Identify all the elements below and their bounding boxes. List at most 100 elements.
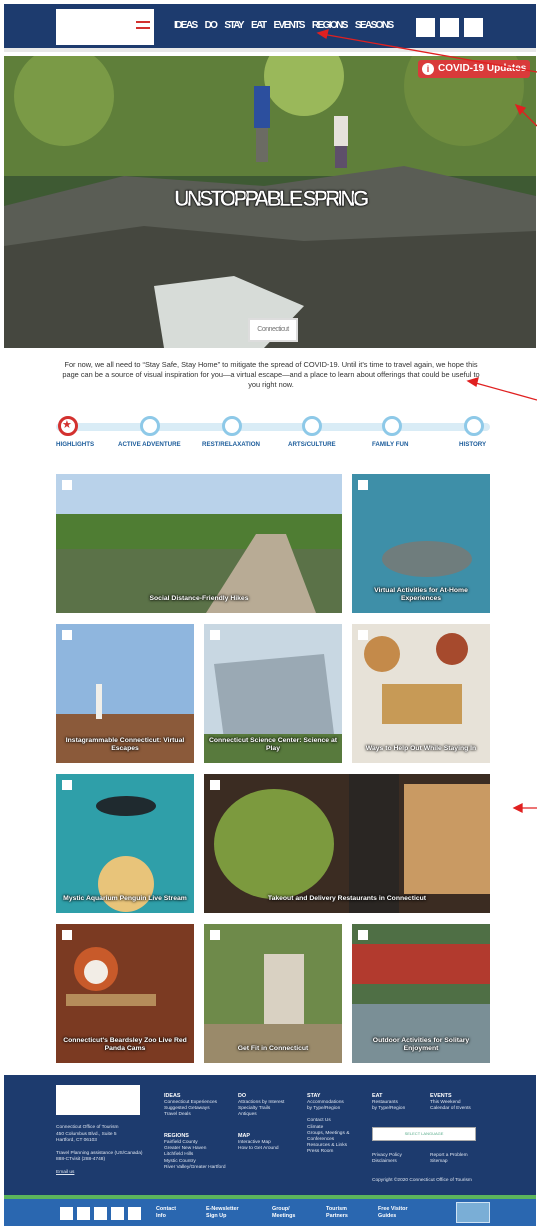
timeline-label-highlights[interactable]: HIGHLIGHTS: [56, 441, 94, 448]
flag-mark-icon: [136, 21, 150, 29]
timeline-label-family-fun[interactable]: FAMILY FUN: [372, 441, 408, 448]
footer-heading[interactable]: STAY: [307, 1093, 349, 1100]
email-us-link[interactable]: Email us: [56, 1170, 156, 1177]
copyright: Copyright ©2020 Connecticut Office of To…: [372, 1178, 472, 1183]
card-virtual-activities[interactable]: Virtual Activities for At-Home Experienc…: [352, 474, 490, 613]
nav-eat[interactable]: EAT: [251, 20, 267, 31]
group-meetings-link[interactable]: Group/ Meetings: [272, 1206, 295, 1219]
visitor-guides-link[interactable]: Free Visitor Guides: [378, 1206, 408, 1219]
nav-events[interactable]: EVENTS: [273, 20, 305, 31]
timeline-label-history[interactable]: HISTORY: [459, 441, 486, 448]
footer-heading[interactable]: IDEAS: [164, 1093, 217, 1100]
checkbox[interactable]: [210, 930, 220, 940]
footer-heading[interactable]: EVENTS: [430, 1093, 471, 1100]
footer-link[interactable]: by Type/Region: [372, 1106, 405, 1112]
bottom-bar: Contact Info E-Newsletter Sign Up Group/…: [4, 1199, 536, 1226]
card-caption: Mystic Aquarium Penguin Live Stream: [63, 895, 187, 902]
timeline-label-arts-culture[interactable]: ARTS/CULTURE: [288, 441, 336, 448]
link-line: Meetings: [272, 1212, 296, 1219]
card-caption: Takeout and Delivery Restaurants in Conn…: [267, 895, 427, 902]
checkbox[interactable]: [62, 630, 72, 640]
checkbox[interactable]: [62, 480, 72, 490]
card-instagrammable[interactable]: Instagrammable Connecticut: Virtual Esca…: [56, 624, 194, 763]
footer-col-ideas: IDEAS Connecticut Experiences Suggested …: [164, 1093, 217, 1119]
sitemap-link[interactable]: Sitemap: [430, 1159, 468, 1165]
timeline-dot-active-adventure[interactable]: [140, 416, 160, 436]
contact-info-link[interactable]: Contact Info: [156, 1206, 176, 1219]
timeline-dot-rest-relaxation[interactable]: [222, 416, 242, 436]
timeline-dot-arts-culture[interactable]: [302, 416, 322, 436]
menu-icon[interactable]: [464, 18, 483, 37]
footer-logo[interactable]: [56, 1085, 140, 1115]
card-help-out[interactable]: Ways to Help Out While Staying In: [352, 624, 490, 763]
site-logo[interactable]: [56, 9, 154, 45]
card-caption: Ways to Help Out While Staying In: [365, 745, 477, 752]
enewsletter-link[interactable]: E-Newsletter Sign Up: [206, 1206, 239, 1219]
covid-updates-button[interactable]: i COVID-19 Updates: [418, 60, 530, 78]
card-caption: Social Distance-Friendly Hikes: [149, 595, 249, 602]
card-science-center[interactable]: Connecticut Science Center: Science at P…: [204, 624, 342, 763]
footer-heading[interactable]: EAT: [372, 1093, 405, 1100]
card-hikes[interactable]: Social Distance-Friendly Hikes: [56, 474, 342, 613]
card-takeout[interactable]: Takeout and Delivery Restaurants in Conn…: [204, 774, 490, 913]
card-outdoor-activities[interactable]: Outdoor Activities for Solitary Enjoymen…: [352, 924, 490, 1063]
footer-link[interactable]: Calendar of Events: [430, 1106, 471, 1112]
hero-badge: Connecticut: [248, 318, 298, 342]
timeline-label-active-adventure[interactable]: ACTIVE ADVENTURE: [118, 441, 181, 448]
pinterest-icon[interactable]: [128, 1207, 141, 1220]
card-image: [56, 474, 342, 613]
nav-seasons[interactable]: SEASONS: [355, 20, 394, 31]
footer-heading[interactable]: REGIONS: [164, 1133, 226, 1140]
map-icon[interactable]: [440, 18, 459, 37]
link-line: Partners: [326, 1212, 348, 1219]
card-caption: Connecticut's Beardsley Zoo Live Red Pan…: [63, 1037, 187, 1052]
checkbox[interactable]: [210, 630, 220, 640]
link-line: Guides: [378, 1212, 397, 1219]
youtube-icon[interactable]: [111, 1207, 124, 1220]
instagram-icon[interactable]: [94, 1207, 107, 1220]
footer-link[interactable]: Press Room: [307, 1149, 349, 1155]
link-line: Contact: [156, 1206, 177, 1212]
language-select[interactable]: SELECT LANGUAGE: [372, 1127, 476, 1141]
disclaimers-link[interactable]: Disclaimers: [372, 1159, 402, 1165]
footer-heading[interactable]: DO: [238, 1093, 284, 1100]
link-line: Tourism: [326, 1206, 347, 1212]
footer-link[interactable]: River Valley/Greater Hartford: [164, 1165, 226, 1171]
visitor-guide-thumbnail[interactable]: [456, 1202, 490, 1223]
card-caption: Get Fit in Connecticut: [237, 1045, 309, 1052]
footer-heading[interactable]: MAP: [238, 1133, 279, 1140]
footer-legal-1: Privacy Policy Disclaimers: [372, 1153, 402, 1165]
site-footer: Connecticut Office of Tourism 450 Columb…: [4, 1075, 536, 1196]
timeline-dot-family-fun[interactable]: [382, 416, 402, 436]
footer-address: Connecticut Office of Tourism 450 Columb…: [56, 1125, 156, 1176]
twitter-icon[interactable]: [77, 1207, 90, 1220]
nav-stay[interactable]: STAY: [224, 20, 244, 31]
footer-link[interactable]: Antiques: [238, 1112, 284, 1118]
main-nav: IDEAS DO STAY EAT EVENTS REGIONS SEASONS: [174, 20, 394, 31]
facebook-icon[interactable]: [60, 1207, 73, 1220]
nav-regions[interactable]: REGIONS: [312, 20, 349, 31]
info-icon: i: [422, 63, 434, 75]
timeline-dot-history[interactable]: [464, 416, 484, 436]
footer-col-do: DO Attractions by Interest Specialty Tra…: [238, 1093, 284, 1119]
footer-col-stay: STAY Accommodations by Type/Region Conta…: [307, 1093, 349, 1156]
checkbox[interactable]: [210, 780, 220, 790]
timeline-dot-highlights[interactable]: [58, 416, 78, 436]
card-get-fit[interactable]: Get Fit in Connecticut: [204, 924, 342, 1063]
checkbox[interactable]: [62, 930, 72, 940]
footer-col-regions: REGIONS Fairfield County Greater New Hav…: [164, 1133, 226, 1171]
checkbox[interactable]: [62, 780, 72, 790]
checkbox[interactable]: [358, 630, 368, 640]
nav-ideas[interactable]: IDEAS: [174, 20, 198, 31]
timeline-label-rest-relaxation[interactable]: REST/RELAXATION: [202, 441, 260, 448]
tourism-partners-link[interactable]: Tourism Partners: [326, 1206, 348, 1219]
card-mystic-aquarium[interactable]: Mystic Aquarium Penguin Live Stream: [56, 774, 194, 913]
footer-link[interactable]: How to Get Around: [238, 1146, 279, 1152]
footer-col-events: EVENTS This Weekend Calendar of Events: [430, 1093, 471, 1112]
nav-do[interactable]: DO: [205, 20, 218, 31]
footer-link[interactable]: Travel Deals: [164, 1112, 217, 1118]
search-icon[interactable]: [416, 18, 435, 37]
checkbox[interactable]: [358, 480, 368, 490]
card-red-panda[interactable]: Connecticut's Beardsley Zoo Live Red Pan…: [56, 924, 194, 1063]
checkbox[interactable]: [358, 930, 368, 940]
